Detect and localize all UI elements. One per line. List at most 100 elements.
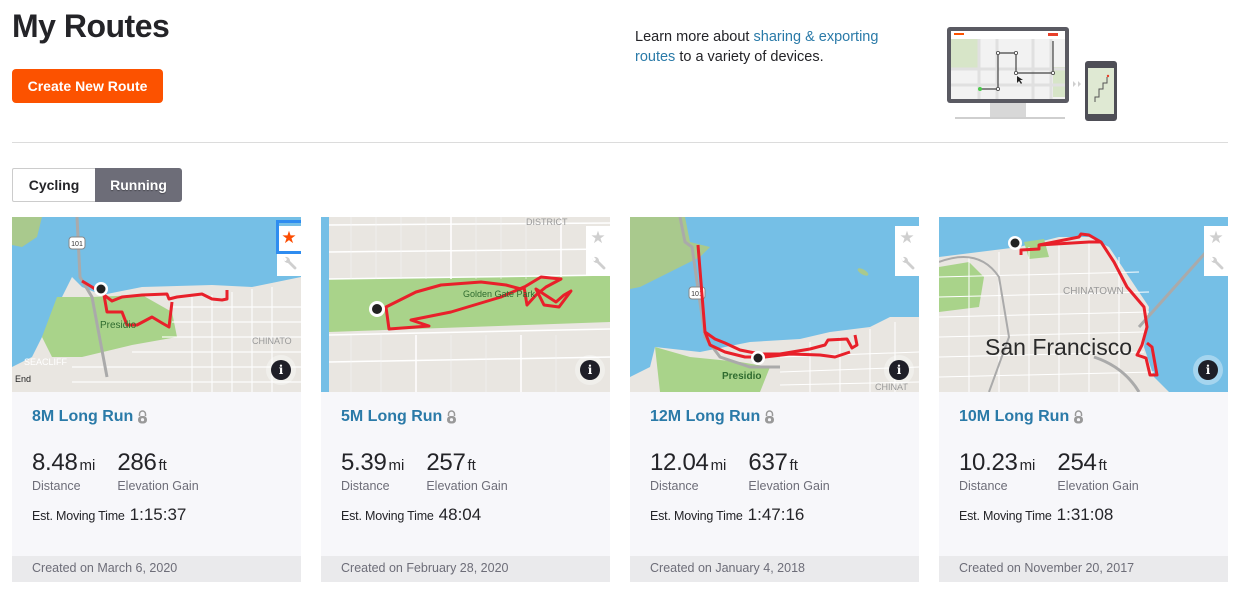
distance-value: 10.23	[959, 449, 1018, 476]
map-label: 101	[71, 241, 83, 248]
info-icon[interactable]: i	[580, 360, 600, 380]
elevation-label: Elevation Gain	[117, 479, 199, 493]
map-end-label: End	[15, 374, 31, 384]
route-map[interactable]: 101 Presidio CHINAT ★ i	[630, 217, 919, 392]
map-actions: ★	[895, 226, 919, 276]
distance-unit: mi	[710, 457, 727, 474]
map-actions: ★	[1204, 226, 1228, 276]
elevation-stat: 257 ft Elevation Gain	[426, 449, 508, 494]
route-name: 10M Long Run	[959, 408, 1070, 425]
tab-running[interactable]: Running	[95, 168, 182, 202]
elevation-unit: ft	[158, 457, 167, 474]
distance-stat: 8.48 mi Distance	[32, 450, 96, 494]
info-icon[interactable]: i	[1198, 360, 1218, 380]
lock-icon	[1074, 410, 1084, 424]
map-label: SEACLIFF	[24, 357, 68, 367]
route-name: 8M Long Run	[32, 408, 134, 425]
map-label: DISTRICT	[526, 217, 568, 227]
route-card: DISTRICT Golden Gate Park ★ i 5M Long Ru…	[321, 217, 610, 582]
promo-prefix: Learn more about	[635, 29, 754, 45]
star-icon[interactable]: ★	[1204, 226, 1228, 250]
elevation-unit: ft	[467, 457, 476, 474]
wrench-icon[interactable]	[1204, 252, 1228, 276]
moving-time-label: Est. Moving Time	[959, 509, 1052, 523]
create-new-route-button[interactable]: Create New Route	[12, 69, 163, 103]
route-map-image: DISTRICT Golden Gate Park	[321, 217, 610, 392]
map-actions: ★	[586, 226, 610, 276]
created-date: Created on March 6, 2020	[12, 556, 301, 582]
distance-label: Distance	[341, 479, 390, 493]
created-date: Created on January 4, 2018	[630, 556, 919, 582]
moving-time-value: 1:15:37	[129, 505, 187, 524]
route-cards: 101 Presidio SEACLIFF CHINATO End ★ i 8M…	[12, 217, 1228, 582]
elevation-stat: 254 ft Elevation Gain	[1057, 449, 1139, 494]
wrench-icon[interactable]	[586, 252, 610, 276]
star-icon[interactable]: ★	[895, 226, 919, 250]
route-name-link[interactable]: 10M Long Run	[959, 408, 1084, 426]
map-label: Golden Gate Park	[463, 289, 536, 299]
moving-time-label: Est. Moving Time	[341, 509, 434, 523]
route-map-image: 101 Presidio SEACLIFF CHINATO End	[12, 217, 301, 392]
elevation-stat: 286 ft Elevation Gain	[117, 449, 199, 494]
map-label: CHINAT	[875, 382, 908, 392]
map-label: Presidio	[722, 371, 761, 382]
lock-icon	[138, 410, 148, 424]
info-icon[interactable]: i	[889, 360, 909, 380]
lock-icon	[765, 410, 775, 424]
moving-time-value: 1:31:08	[1056, 505, 1114, 524]
distance-unit: mi	[79, 457, 96, 474]
elevation-label: Elevation Gain	[426, 479, 508, 493]
route-name-link[interactable]: 8M Long Run	[32, 408, 148, 426]
star-icon[interactable]: ★	[277, 226, 301, 250]
distance-unit: mi	[1019, 457, 1036, 474]
moving-time-label: Est. Moving Time	[650, 509, 743, 523]
created-date: Created on November 20, 2017	[939, 556, 1228, 582]
map-label: CHINATO	[252, 336, 292, 346]
devices-illustration	[945, 27, 1120, 123]
map-label: Presidio	[100, 320, 137, 331]
distance-value: 5.39	[341, 449, 387, 476]
moving-time-value: 1:47:16	[747, 505, 805, 524]
star-icon[interactable]: ★	[586, 226, 610, 250]
distance-stat: 10.23 mi Distance	[959, 449, 1036, 494]
map-actions: ★	[277, 226, 301, 276]
distance-label: Distance	[959, 479, 1008, 493]
route-map[interactable]: DISTRICT Golden Gate Park ★ i	[321, 217, 610, 392]
wrench-icon[interactable]	[895, 252, 919, 276]
route-map[interactable]: CHINATOWN San Francisco ★ i	[939, 217, 1228, 392]
created-date: Created on February 28, 2020	[321, 556, 610, 582]
moving-time: Est. Moving Time 1:31:08	[959, 505, 1208, 525]
elevation-value: 286	[117, 449, 157, 476]
route-name: 5M Long Run	[341, 408, 443, 425]
elevation-unit: ft	[789, 457, 798, 474]
distance-stat: 12.04 mi Distance	[650, 449, 727, 494]
elevation-value: 257	[426, 449, 466, 476]
promo-text: Learn more about sharing & exporting rou…	[635, 27, 905, 67]
route-map-image: 101 Presidio CHINAT	[630, 217, 919, 392]
elevation-value: 637	[748, 449, 788, 476]
route-name-link[interactable]: 12M Long Run	[650, 408, 775, 426]
header-divider	[12, 142, 1228, 143]
moving-time-value: 48:04	[438, 505, 482, 524]
moving-time: Est. Moving Time 1:15:37	[32, 505, 281, 525]
elevation-unit: ft	[1098, 457, 1107, 474]
elevation-label: Elevation Gain	[1057, 479, 1139, 493]
moving-time: Est. Moving Time 48:04	[341, 505, 590, 525]
route-map[interactable]: 101 Presidio SEACLIFF CHINATO End ★ i	[12, 217, 301, 392]
distance-value: 12.04	[650, 449, 709, 476]
route-name-link[interactable]: 5M Long Run	[341, 408, 457, 426]
elevation-stat: 637 ft Elevation Gain	[748, 449, 829, 494]
route-card: 101 Presidio SEACLIFF CHINATO End ★ i 8M…	[12, 217, 301, 582]
elevation-value: 254	[1057, 449, 1097, 476]
info-icon[interactable]: i	[271, 360, 291, 380]
map-label: San Francisco	[985, 334, 1132, 360]
promo-suffix: to a variety of devices.	[675, 49, 824, 65]
wrench-icon[interactable]	[277, 252, 301, 276]
moving-time-label: Est. Moving Time	[32, 509, 125, 523]
route-card: CHINATOWN San Francisco ★ i 10M Long Run…	[939, 217, 1228, 582]
tab-cycling[interactable]: Cycling	[12, 168, 95, 202]
page-title: My Routes	[12, 8, 170, 44]
route-name: 12M Long Run	[650, 408, 761, 425]
map-label: CHINATOWN	[1063, 286, 1124, 297]
lock-icon	[447, 410, 457, 424]
